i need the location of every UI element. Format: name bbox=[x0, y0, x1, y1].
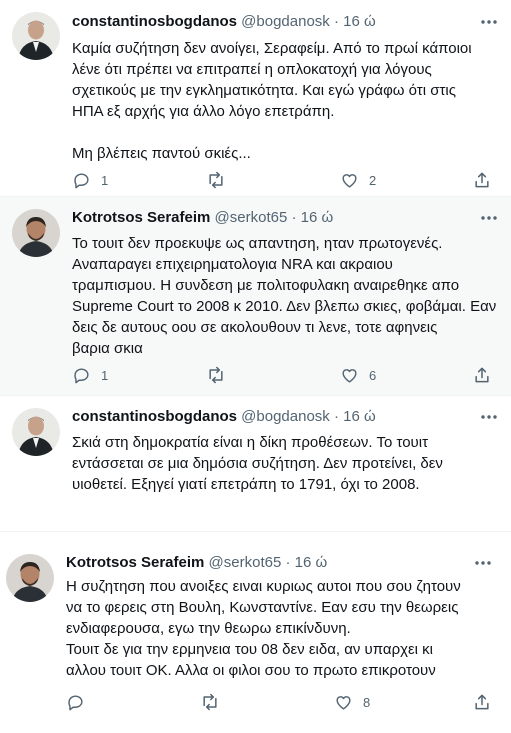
share-icon bbox=[475, 172, 489, 188]
retweet-button[interactable] bbox=[200, 692, 230, 712]
separator: · bbox=[291, 209, 297, 226]
author-name[interactable]: constantinosbogdanos bbox=[72, 408, 237, 425]
tweet-3[interactable]: constantinosbogdanos @bogdanosk · 16 ώ Σ… bbox=[0, 396, 511, 531]
reply-count: 1 bbox=[101, 367, 109, 383]
like-count: 2 bbox=[369, 172, 377, 188]
tweet-header: constantinosbogdanos @bogdanosk · 16 ώ bbox=[72, 407, 376, 427]
reply-button[interactable]: 1 bbox=[72, 170, 108, 190]
author-name[interactable]: Kotrotsos Serafeim bbox=[66, 554, 204, 571]
author-name[interactable]: constantinosbogdanos bbox=[72, 13, 237, 30]
share-icon bbox=[475, 694, 489, 710]
share-button[interactable] bbox=[472, 692, 492, 712]
reply-button[interactable] bbox=[66, 692, 95, 712]
author-name[interactable]: Kotrotsos Serafeim bbox=[72, 209, 210, 226]
more-icon[interactable] bbox=[473, 553, 493, 573]
author-handle[interactable]: @serkot65 bbox=[209, 554, 282, 571]
like-button[interactable]: 2 bbox=[340, 170, 376, 190]
like-button[interactable]: 6 bbox=[340, 365, 376, 385]
like-count: 8 bbox=[363, 694, 371, 710]
share-button[interactable] bbox=[472, 365, 492, 385]
separator: · bbox=[333, 408, 339, 425]
retweet-icon bbox=[209, 366, 223, 384]
like-icon bbox=[342, 173, 357, 188]
avatar[interactable] bbox=[12, 209, 60, 257]
action-bar: 1 2 bbox=[72, 170, 500, 190]
timestamp[interactable]: 16 ώ bbox=[301, 209, 334, 226]
share-button[interactable] bbox=[472, 170, 492, 190]
timestamp[interactable]: 16 ώ bbox=[295, 554, 328, 571]
reply-icon bbox=[68, 694, 83, 710]
retweet-button[interactable] bbox=[206, 365, 236, 385]
tweet-header: Kotrotsos Serafeim @serkot65 · 16 ώ bbox=[66, 553, 327, 573]
tweet-1[interactable]: constantinosbogdanos @bogdanosk · 16 ώ Κ… bbox=[0, 0, 511, 196]
retweet-button[interactable] bbox=[206, 170, 236, 190]
separator: · bbox=[285, 554, 291, 571]
reply-count: 1 bbox=[101, 172, 109, 188]
tweet-text: Καμία συζήτηση δεν ανοίγει, Σεραφείμ. Απ… bbox=[72, 40, 472, 162]
avatar[interactable] bbox=[12, 12, 60, 60]
reply-button[interactable]: 1 bbox=[72, 365, 108, 385]
like-count: 6 bbox=[369, 367, 377, 383]
author-handle[interactable]: @bogdanosk bbox=[241, 408, 330, 425]
tweet-header: Kotrotsos Serafeim @serkot65 · 16 ώ bbox=[72, 208, 333, 228]
like-button[interactable]: 8 bbox=[334, 692, 370, 712]
reply-icon bbox=[74, 172, 89, 188]
timestamp[interactable]: 16 ώ bbox=[343, 13, 376, 30]
retweet-icon bbox=[203, 693, 217, 711]
more-icon[interactable] bbox=[479, 12, 499, 32]
author-handle[interactable]: @bogdanosk bbox=[241, 13, 330, 30]
like-icon bbox=[342, 368, 357, 383]
retweet-icon bbox=[209, 171, 223, 189]
tweet-text: Το τουιτ δεν προεκυψε ως απαντηση, ηταν … bbox=[72, 235, 497, 357]
more-icon[interactable] bbox=[479, 208, 499, 228]
share-icon bbox=[475, 367, 489, 383]
tweet-text: Σκιά στη δημοκρατία είναι η δίκη προθέσε… bbox=[72, 434, 443, 493]
action-bar: 8 bbox=[66, 692, 494, 712]
like-icon bbox=[336, 695, 351, 710]
tweet-4[interactable]: Kotrotsos Serafeim @serkot65 · 16 ώ Η συ… bbox=[0, 532, 511, 733]
more-icon[interactable] bbox=[479, 407, 499, 427]
tweet-header: constantinosbogdanos @bogdanosk · 16 ώ bbox=[72, 12, 376, 32]
reply-icon bbox=[74, 367, 89, 383]
timestamp[interactable]: 16 ώ bbox=[343, 408, 376, 425]
avatar[interactable] bbox=[12, 408, 60, 456]
action-bar: 1 6 bbox=[72, 365, 500, 385]
tweet-2[interactable]: Kotrotsos Serafeim @serkot65 · 16 ώ Το τ… bbox=[0, 197, 511, 395]
author-handle[interactable]: @serkot65 bbox=[215, 209, 288, 226]
avatar[interactable] bbox=[6, 554, 54, 602]
tweet-text: Η συζητηση που ανοιξες ειναι κυριως αυτο… bbox=[66, 578, 461, 679]
separator: · bbox=[333, 13, 339, 30]
